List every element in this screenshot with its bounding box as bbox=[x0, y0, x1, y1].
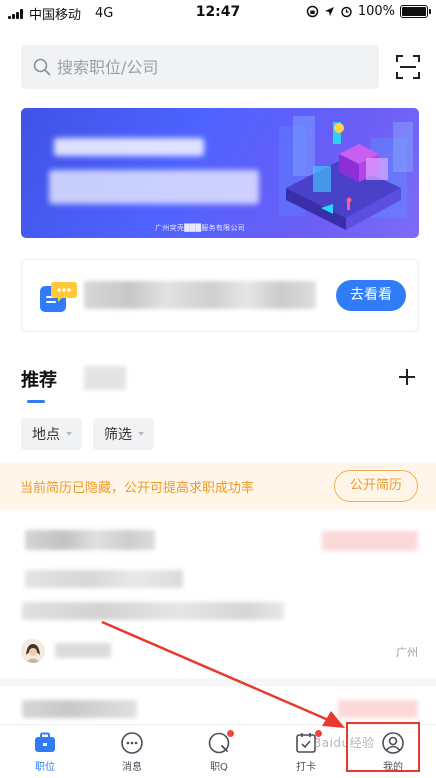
filter-options-label: 筛选 bbox=[104, 427, 132, 443]
location-arrow-icon bbox=[324, 7, 334, 16]
job-company-blurred bbox=[22, 602, 284, 620]
notification-badge bbox=[227, 730, 234, 737]
filter-options[interactable]: 筛选 bbox=[93, 418, 154, 450]
nav-messages-label: 消息 bbox=[122, 762, 142, 773]
search-icon bbox=[33, 58, 51, 76]
alarm-icon bbox=[341, 6, 352, 18]
tab-active-indicator bbox=[27, 400, 45, 403]
card-divider bbox=[0, 678, 436, 686]
tab-recommend[interactable]: 推荐 bbox=[21, 366, 57, 392]
question-chat-icon bbox=[207, 730, 234, 755]
battery-percent: 100% bbox=[357, 4, 395, 19]
job-location: 广州 bbox=[396, 646, 418, 659]
recruiter-avatar bbox=[21, 639, 45, 663]
nav-messages[interactable]: 消息 bbox=[102, 731, 162, 773]
nav-zhiq[interactable]: 职Q bbox=[189, 730, 249, 773]
battery-icon bbox=[400, 5, 431, 18]
job-tags-blurred bbox=[25, 570, 183, 588]
chat-bubble-icon bbox=[40, 282, 77, 312]
search-input[interactable] bbox=[57, 57, 357, 77]
watermark: Baidu经验 bbox=[313, 736, 375, 750]
caret-down-icon bbox=[138, 432, 144, 436]
filter-location-label: 地点 bbox=[32, 427, 60, 443]
notice-text: 当前简历已隐藏，公开可提高求职成功率 bbox=[20, 481, 255, 496]
recruiter-name-blurred bbox=[55, 643, 111, 658]
add-icon[interactable] bbox=[396, 366, 418, 388]
nav-jobs[interactable]: 职位 bbox=[15, 731, 75, 773]
chat-icon bbox=[120, 731, 144, 755]
search-bar[interactable] bbox=[21, 45, 379, 89]
job-title-blurred bbox=[22, 700, 137, 718]
banner-blurred-title-a bbox=[54, 138, 204, 156]
job-title-blurred bbox=[25, 530, 155, 550]
briefcase-icon bbox=[33, 731, 57, 755]
lock-rotation-icon bbox=[306, 5, 319, 18]
nav-checkin-label: 打卡 bbox=[296, 762, 316, 773]
promo-blurred-text bbox=[84, 281, 316, 309]
make-resume-public-button[interactable]: 公开简历 bbox=[334, 470, 418, 502]
nav-jobs-label: 职位 bbox=[35, 762, 55, 773]
go-see-button[interactable]: 去看看 bbox=[336, 280, 406, 311]
status-bar: 中国移动 4G 12:47 100% bbox=[0, 0, 436, 26]
caret-down-icon bbox=[66, 432, 72, 436]
promo-banner[interactable] bbox=[21, 108, 419, 238]
banner-caption: 广州突壳███服务有限公司 bbox=[155, 224, 246, 232]
job-salary-blurred bbox=[338, 700, 418, 718]
filter-location[interactable]: 地点 bbox=[21, 418, 82, 450]
nav-zhiq-label: 职Q bbox=[210, 762, 228, 773]
status-right: 100% bbox=[306, 4, 431, 19]
job-salary-blurred bbox=[322, 531, 418, 551]
tab-blurred[interactable] bbox=[84, 366, 126, 390]
scan-icon[interactable] bbox=[395, 54, 421, 80]
resume-hidden-notice: 当前简历已隐藏，公开可提高求职成功率 公开简历 bbox=[0, 463, 436, 509]
promo-card[interactable]: 去看看 bbox=[21, 259, 419, 332]
banner-blurred-title-b bbox=[49, 170, 259, 204]
